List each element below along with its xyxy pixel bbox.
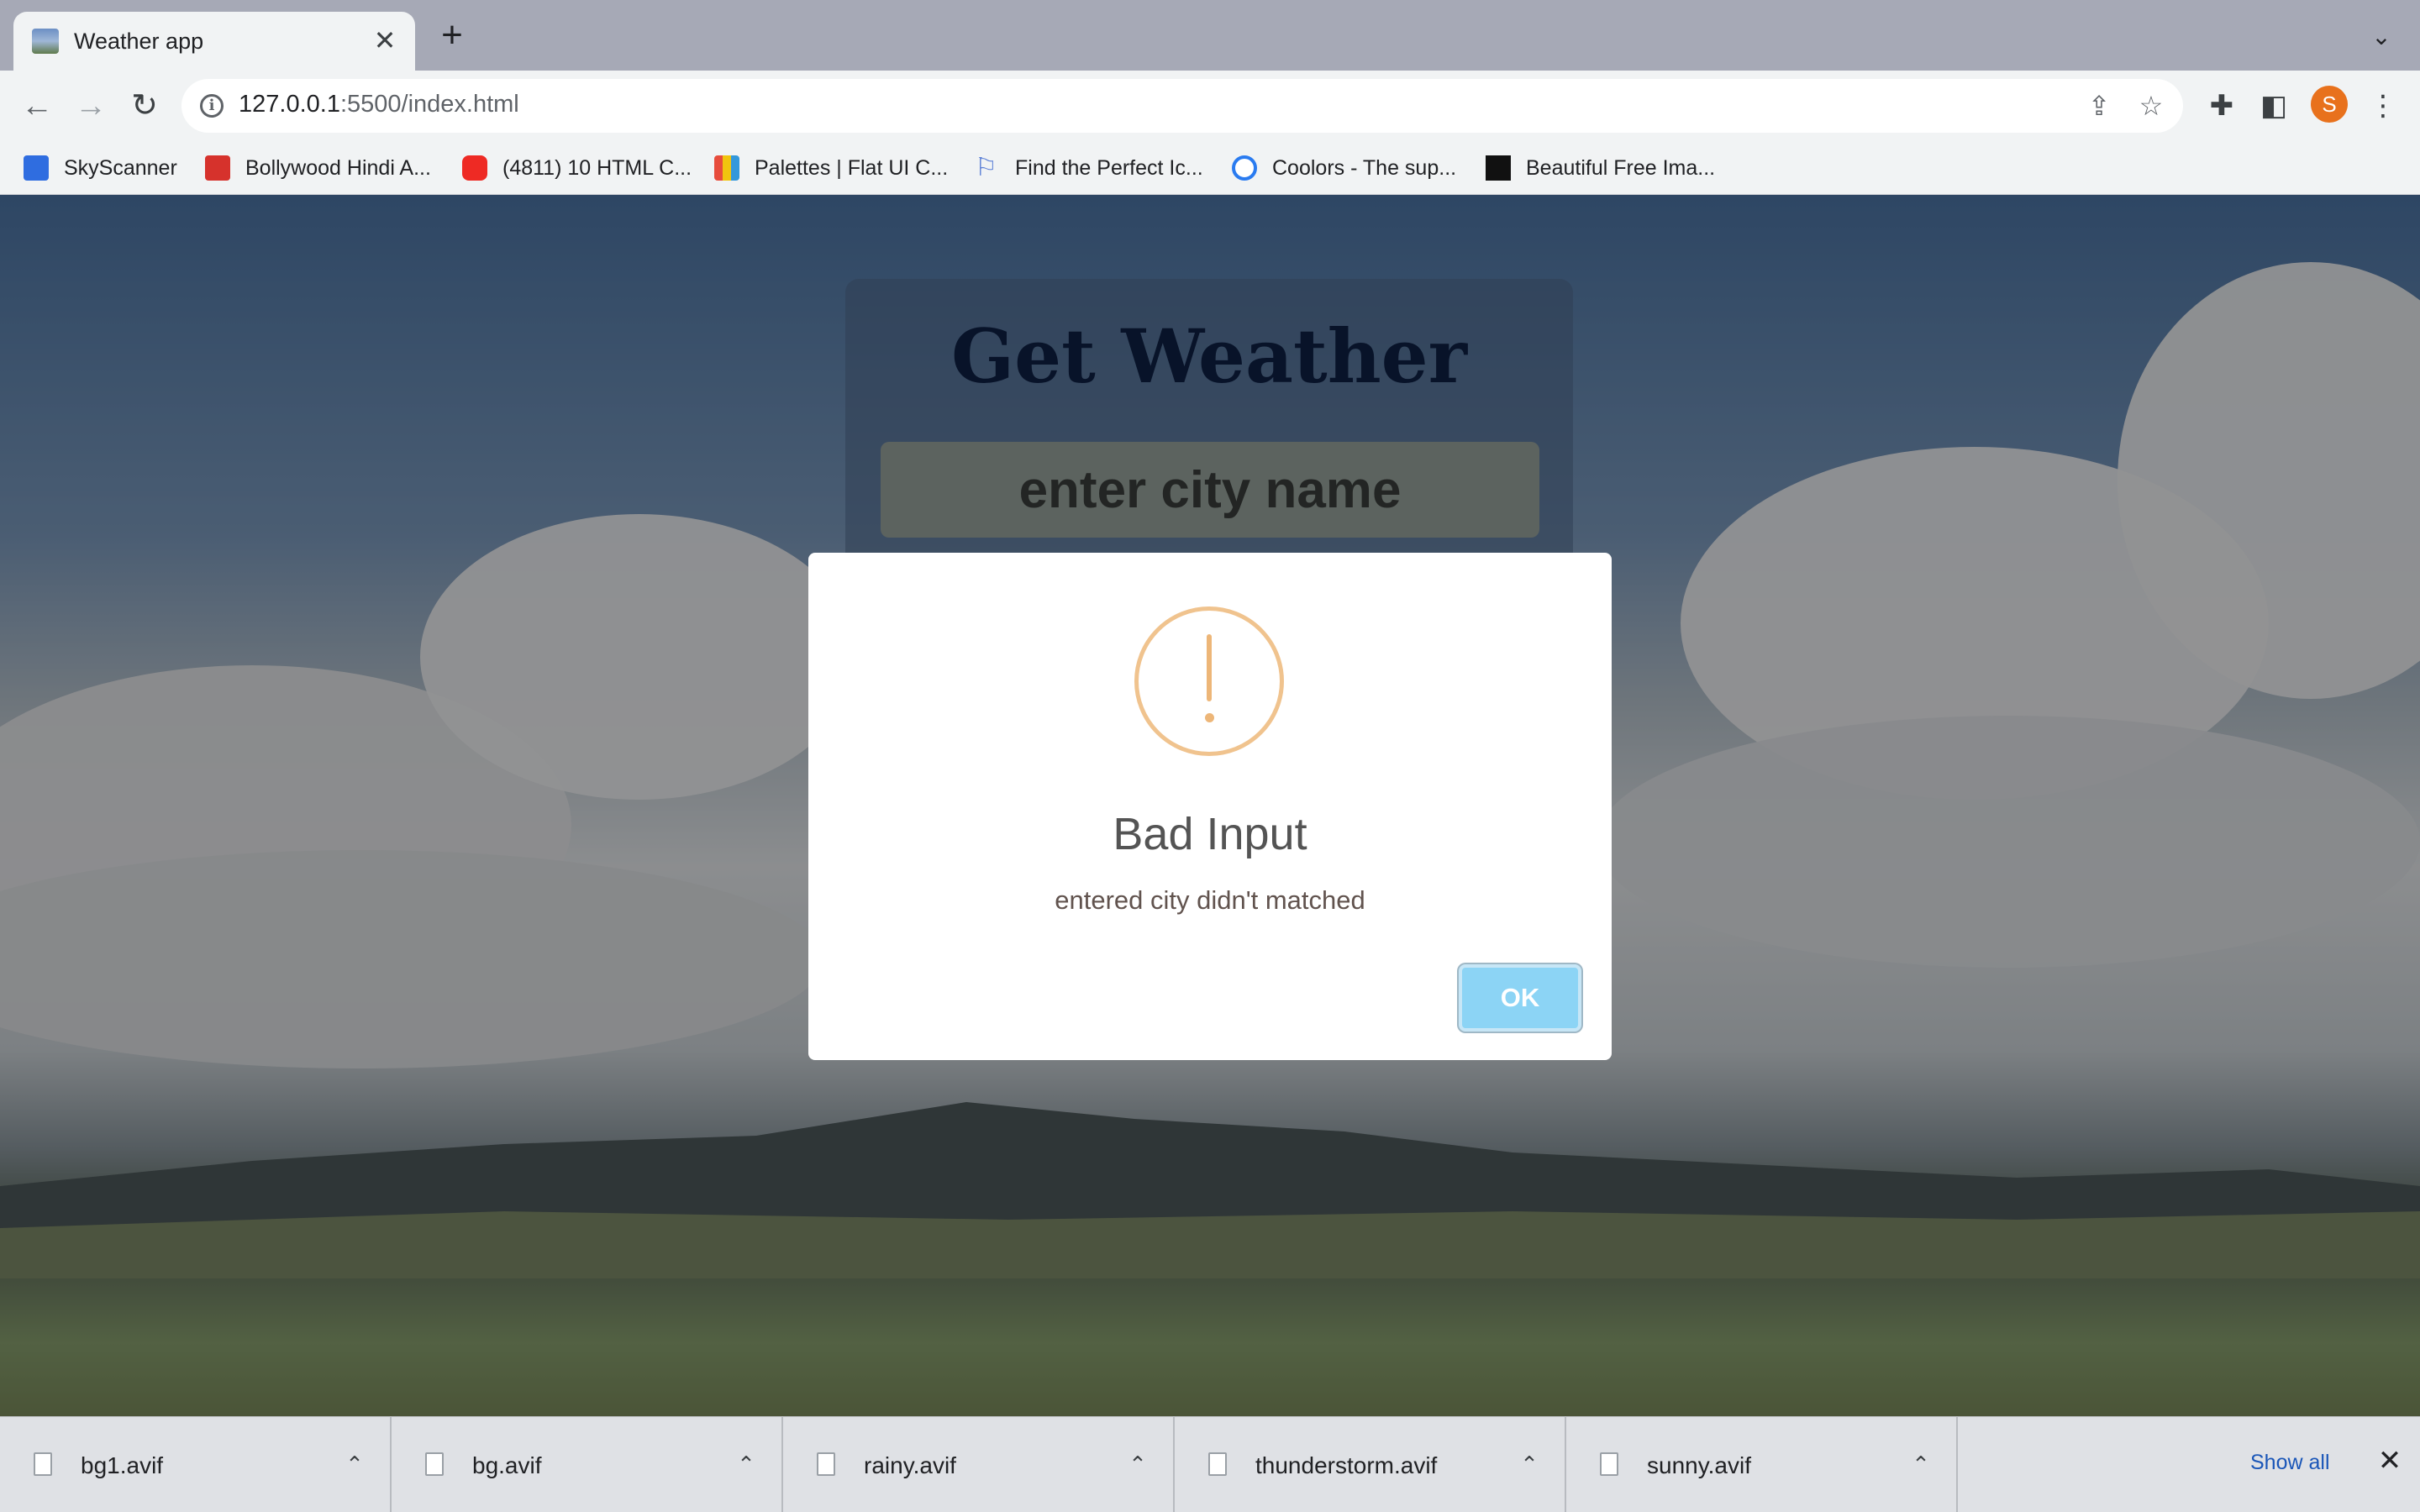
alert-message: entered city didn't matched — [1055, 885, 1365, 915]
download-item[interactable]: bg.avif ⌃ — [392, 1417, 783, 1512]
alert-title: Bad Input — [1113, 809, 1307, 859]
youtube-icon — [462, 155, 487, 181]
tab-weather-app[interactable]: Weather app ✕ — [13, 12, 415, 71]
url-text[interactable]: 127.0.0.1:5500/index.html — [239, 91, 519, 118]
share-icon[interactable]: ⇪ — [2084, 91, 2114, 121]
bollywood-icon — [205, 155, 230, 181]
file-icon — [1600, 1452, 1618, 1476]
new-tab-button[interactable]: + — [435, 17, 469, 54]
close-icon[interactable]: ✕ — [2373, 1444, 2407, 1478]
profile-avatar[interactable]: S — [2311, 86, 2348, 123]
bookmark-bollywood[interactable]: Bollywood Hindi A... — [205, 153, 431, 183]
back-arrow-icon[interactable]: ← — [17, 86, 57, 126]
flag-icon: ⚐ — [975, 154, 997, 181]
unsplash-icon — [1486, 155, 1511, 181]
bookmark-skyscanner[interactable]: SkyScanner — [24, 153, 177, 183]
download-filename: bg1.avif — [81, 1452, 164, 1478]
download-filename: rainy.avif — [864, 1452, 956, 1478]
bookmarks-bar: SkyScanner Bollywood Hindi A... (4811) 1… — [0, 141, 2420, 195]
chevron-up-icon[interactable]: ⌃ — [339, 1449, 370, 1479]
bookmark-label: SkyScanner — [64, 155, 177, 180]
extensions-puzzle-icon[interactable]: ✚ — [2203, 87, 2240, 124]
download-shelf: bg1.avif ⌃ bg.avif ⌃ rainy.avif ⌃ thunde… — [0, 1416, 2420, 1512]
bookmark-label: Coolors - The sup... — [1272, 155, 1457, 180]
side-panel-icon[interactable]: ◧ — [2255, 87, 2292, 124]
warning-icon-bar — [1207, 634, 1212, 701]
reload-icon[interactable]: ↻ — [124, 86, 165, 126]
bookmark-label: Beautiful Free Ima... — [1526, 155, 1716, 180]
kebab-menu-icon[interactable]: ⋮ — [2365, 87, 2402, 124]
download-filename: bg.avif — [472, 1452, 542, 1478]
file-icon — [425, 1452, 444, 1476]
file-icon — [1208, 1452, 1227, 1476]
bookmark-youtube-html[interactable]: (4811) 10 HTML C... — [462, 153, 692, 183]
bookmark-coolors[interactable]: Coolors - The sup... — [1232, 153, 1456, 183]
page-viewport: Get Weather Bad Input entered city didn'… — [0, 195, 2420, 1416]
bookmark-label: Bollywood Hindi A... — [245, 155, 431, 180]
chevron-up-icon[interactable]: ⌃ — [1514, 1449, 1544, 1479]
bookmark-label: (4811) 10 HTML C... — [502, 155, 692, 180]
browser-toolbar: ← → ↻ i 127.0.0.1:5500/index.html ⇪ ☆ ✚ … — [0, 71, 2420, 141]
address-bar[interactable]: i 127.0.0.1:5500/index.html ⇪ ☆ — [182, 79, 2183, 133]
file-icon — [817, 1452, 835, 1476]
tab-close-icon[interactable]: ✕ — [370, 25, 400, 55]
download-item[interactable]: bg1.avif ⌃ — [0, 1417, 392, 1512]
chevron-up-icon[interactable]: ⌃ — [1123, 1449, 1153, 1479]
download-item[interactable]: thunderstorm.avif ⌃ — [1175, 1417, 1566, 1512]
forward-arrow-icon[interactable]: → — [71, 86, 111, 126]
bookmark-unsplash[interactable]: Beautiful Free Ima... — [1486, 153, 1715, 183]
chevron-up-icon[interactable]: ⌃ — [731, 1449, 761, 1479]
star-icon[interactable]: ☆ — [2136, 91, 2166, 121]
coolors-icon — [1232, 155, 1257, 181]
url-host: 127.0.0.1 — [239, 91, 340, 118]
bookmark-find-icons[interactable]: ⚐ Find the Perfect Ic... — [975, 153, 1203, 183]
tab-strip: Weather app ✕ + ⌄ — [0, 0, 2420, 71]
download-item[interactable]: rainy.avif ⌃ — [783, 1417, 1175, 1512]
download-filename: thunderstorm.avif — [1255, 1452, 1438, 1478]
site-info-icon[interactable]: i — [200, 94, 224, 118]
file-icon — [34, 1452, 52, 1476]
alert-dialog: Bad Input entered city didn't matched OK — [808, 553, 1612, 1060]
url-path: :5500/index.html — [339, 91, 519, 118]
download-item[interactable]: sunny.avif ⌃ — [1566, 1417, 1958, 1512]
tab-title: Weather app — [74, 29, 204, 54]
bookmark-label: Find the Perfect Ic... — [1015, 155, 1203, 180]
chevron-up-icon[interactable]: ⌃ — [1906, 1449, 1936, 1479]
download-filename: sunny.avif — [1647, 1452, 1751, 1478]
bookmark-label: Palettes | Flat UI C... — [755, 155, 949, 180]
tab-favicon-icon — [32, 29, 59, 54]
palettes-icon — [714, 155, 739, 181]
warning-icon-dot — [1205, 713, 1214, 722]
skyscanner-icon — [24, 155, 49, 181]
ok-button[interactable]: OK — [1459, 964, 1581, 1032]
show-all-downloads-link[interactable]: Show all — [2250, 1451, 2330, 1475]
bookmark-palettes[interactable]: Palettes | Flat UI C... — [714, 153, 948, 183]
warning-icon — [1134, 606, 1284, 756]
tab-search-chevron-icon[interactable]: ⌄ — [2368, 24, 2395, 50]
